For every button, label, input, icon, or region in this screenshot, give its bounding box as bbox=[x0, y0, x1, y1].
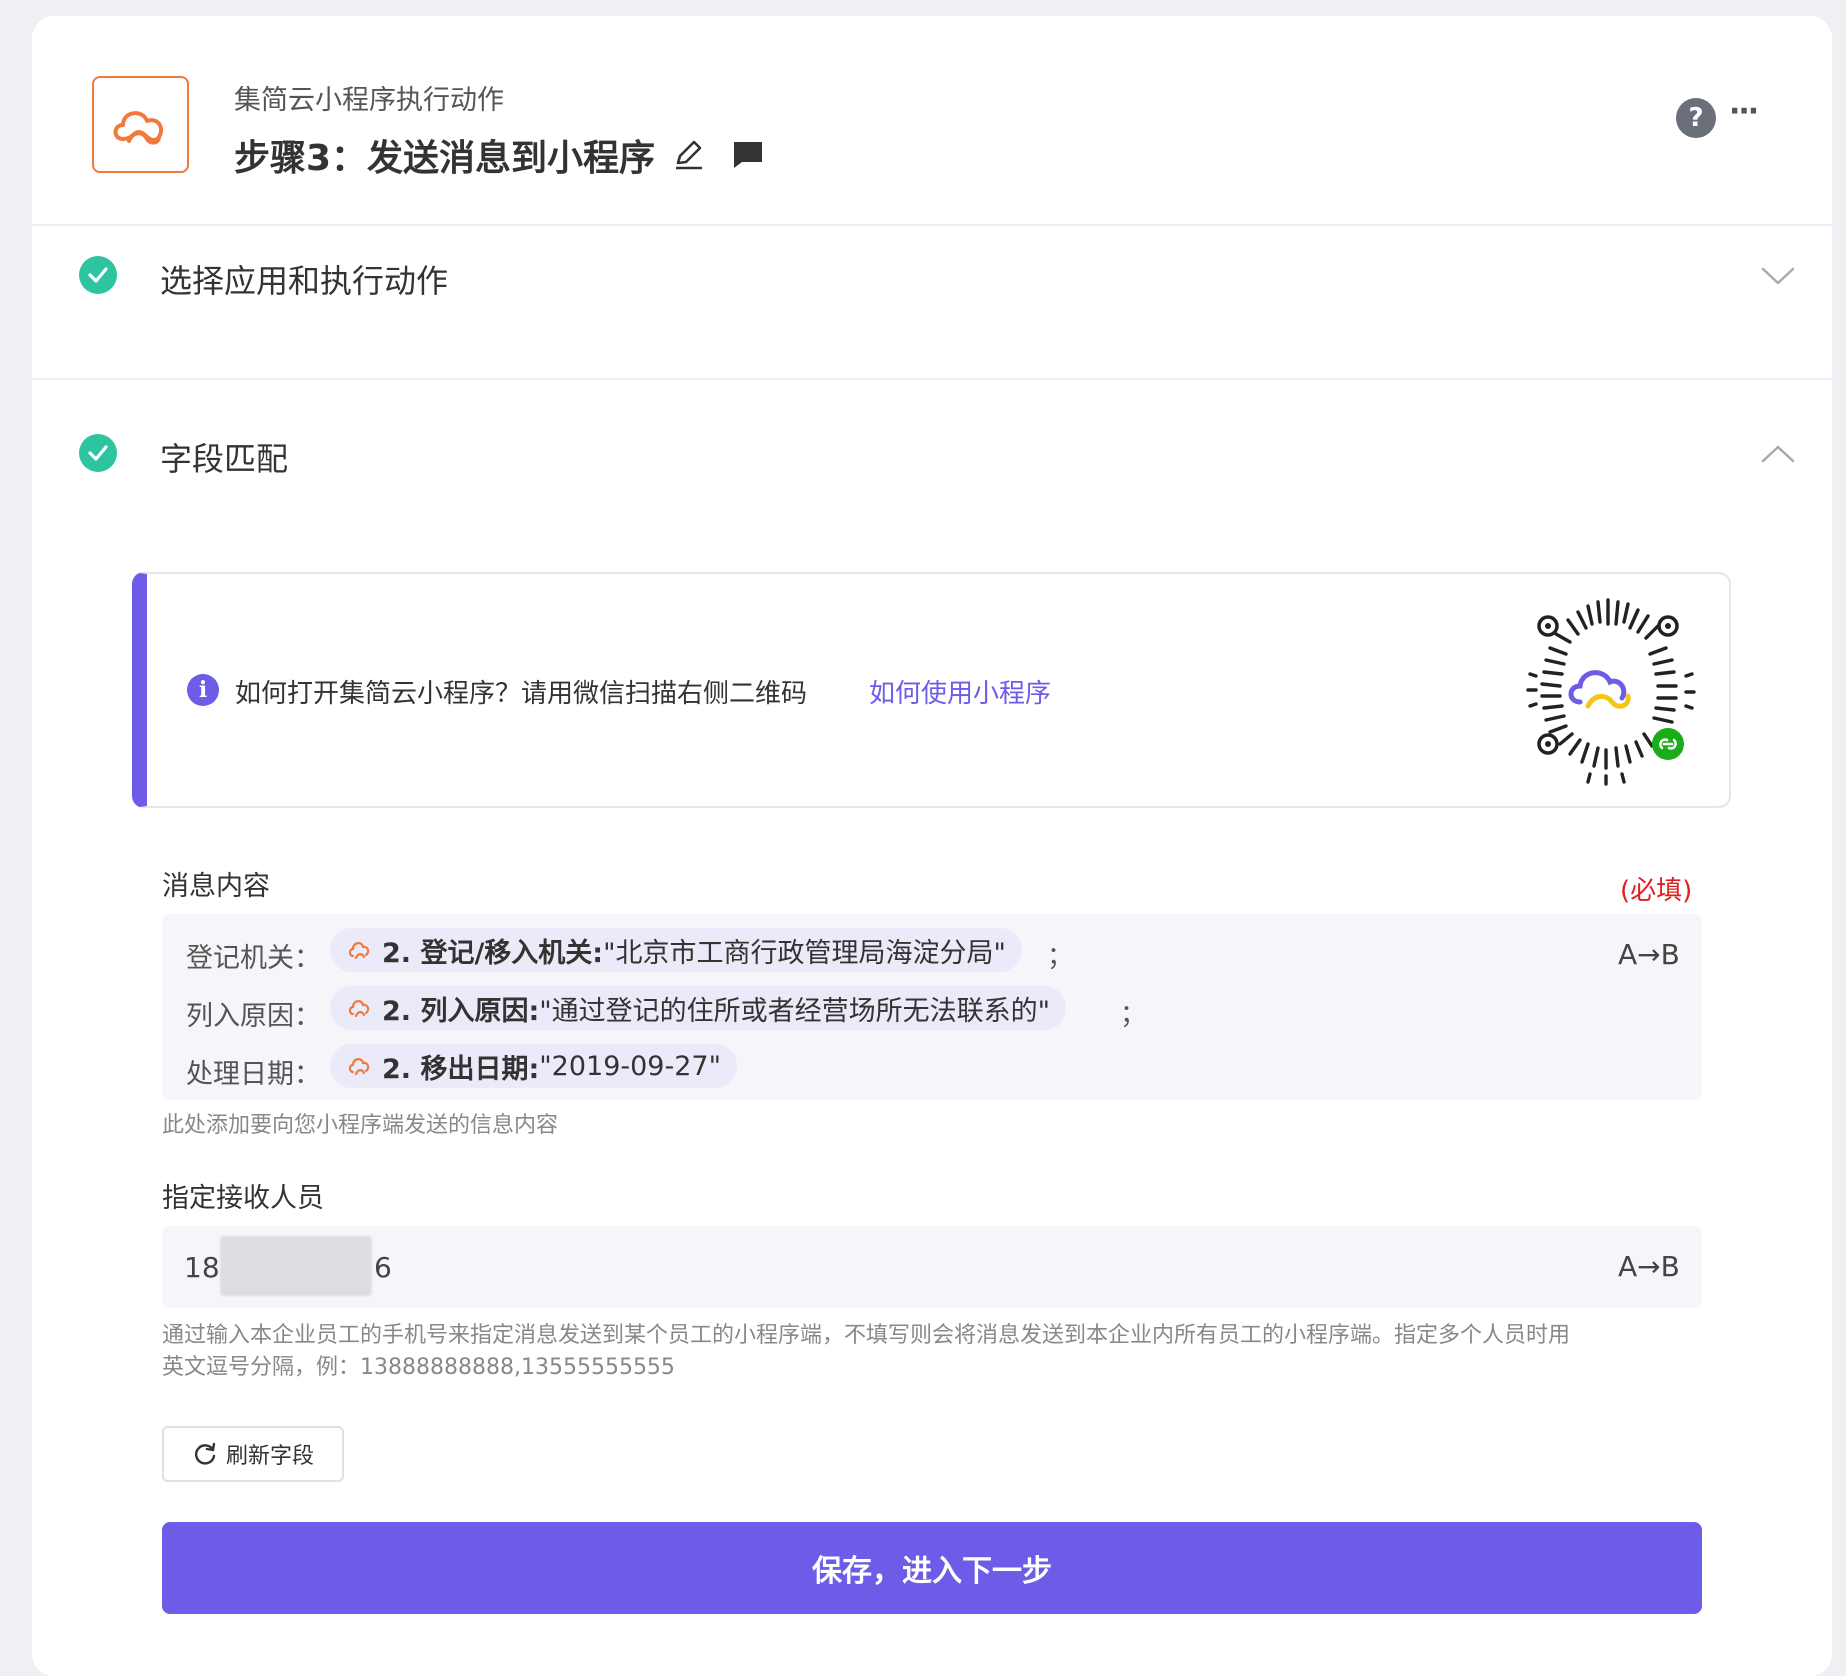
a-to-b-toggle[interactable]: A→B bbox=[1618, 1250, 1680, 1283]
token-value: "通过登记的住所或者经营场所无法联系的" bbox=[539, 995, 1051, 1027]
mini-program-qr-code bbox=[1526, 598, 1696, 786]
field-token[interactable]: 2. 移出日期: "2019-09-27" bbox=[330, 1044, 737, 1088]
step-header: 集简云小程序执行动作 步骤3：发送消息到小程序 ? ··· bbox=[32, 16, 1832, 226]
chevron-down-icon[interactable] bbox=[1760, 266, 1796, 286]
recipient-value-start: 18 bbox=[184, 1251, 220, 1284]
message-content-label: 消息内容 bbox=[162, 871, 270, 902]
token-value: "2019-09-27" bbox=[539, 1050, 721, 1082]
section-title: 选择应用和执行动作 bbox=[160, 262, 449, 300]
app-token-icon bbox=[348, 1000, 370, 1018]
refresh-fields-button[interactable]: 刷新字段 bbox=[162, 1426, 344, 1482]
field-token[interactable]: 2. 登记/移入机关: "北京市工商行政管理局海淀分局" bbox=[330, 928, 1022, 972]
save-next-button[interactable]: 保存，进入下一步 bbox=[162, 1522, 1702, 1614]
refresh-icon bbox=[194, 1442, 216, 1465]
section-select-app[interactable]: 选择应用和执行动作 bbox=[32, 226, 1832, 380]
row-label: 登记机关： bbox=[186, 943, 321, 974]
recipient-hint-line1: 通过输入本企业员工的手机号来指定消息发送到某个员工的小程序端，不填写则会将消息发… bbox=[162, 1323, 1571, 1348]
token-value: "北京市工商行政管理局海淀分局" bbox=[603, 937, 1006, 969]
row-label: 列入原因： bbox=[186, 1001, 321, 1032]
help-icon[interactable]: ? bbox=[1676, 98, 1716, 138]
step-title: 步骤3：发送消息到小程序 bbox=[234, 138, 656, 179]
field-token[interactable]: 2. 列入原因: "通过登记的住所或者经营场所无法联系的" bbox=[330, 986, 1067, 1030]
info-banner: i 如何打开集简云小程序？请用微信扫描右侧二维码 如何使用小程序 bbox=[132, 572, 1731, 808]
token-key: 2. 列入原因: bbox=[382, 995, 540, 1027]
chevron-up-icon[interactable] bbox=[1760, 444, 1796, 464]
step-card: 集简云小程序执行动作 步骤3：发送消息到小程序 ? ··· 选择应用和执行动作 … bbox=[32, 16, 1832, 1676]
info-icon: i bbox=[187, 674, 219, 706]
cloud-icon bbox=[113, 110, 163, 145]
comment-icon[interactable] bbox=[732, 140, 764, 170]
message-content-input[interactable]: 登记机关： 2. 登记/移入机关: "北京市工商行政管理局海淀分局" ； 列入原… bbox=[162, 914, 1702, 1100]
required-marker: (必填) bbox=[1620, 876, 1693, 906]
app-logo bbox=[92, 76, 189, 173]
token-key: 2. 移出日期: bbox=[382, 1053, 540, 1085]
message-hint: 此处添加要向您小程序端发送的信息内容 bbox=[162, 1113, 559, 1138]
row-suffix: ； bbox=[1120, 1000, 1147, 1030]
recipient-label: 指定接收人员 bbox=[162, 1183, 324, 1214]
section-title[interactable]: 字段匹配 bbox=[160, 434, 288, 480]
row-suffix: ； bbox=[1047, 942, 1074, 972]
info-text: 如何打开集简云小程序？请用微信扫描右侧二维码 bbox=[235, 679, 808, 709]
edit-icon[interactable] bbox=[672, 137, 706, 171]
check-circle-icon bbox=[79, 434, 117, 472]
redacted-region bbox=[220, 1236, 372, 1296]
app-token-icon bbox=[348, 1058, 370, 1076]
refresh-label: 刷新字段 bbox=[225, 1444, 314, 1469]
a-to-b-toggle[interactable]: A→B bbox=[1618, 938, 1680, 971]
app-name: 集简云小程序执行动作 bbox=[234, 85, 504, 116]
check-circle-icon bbox=[79, 256, 117, 294]
how-to-use-link[interactable]: 如何使用小程序 bbox=[869, 673, 1051, 710]
app-token-icon bbox=[348, 942, 370, 960]
recipient-input[interactable]: 18 6 A→B bbox=[162, 1226, 1702, 1308]
recipient-hint-line2: 英文逗号分隔，例：13888888888,13555555555 bbox=[162, 1355, 675, 1380]
more-menu-icon[interactable]: ··· bbox=[1729, 94, 1759, 129]
recipient-value-end: 6 bbox=[374, 1251, 392, 1284]
row-label: 处理日期： bbox=[186, 1059, 321, 1090]
token-key: 2. 登记/移入机关: bbox=[382, 937, 604, 969]
